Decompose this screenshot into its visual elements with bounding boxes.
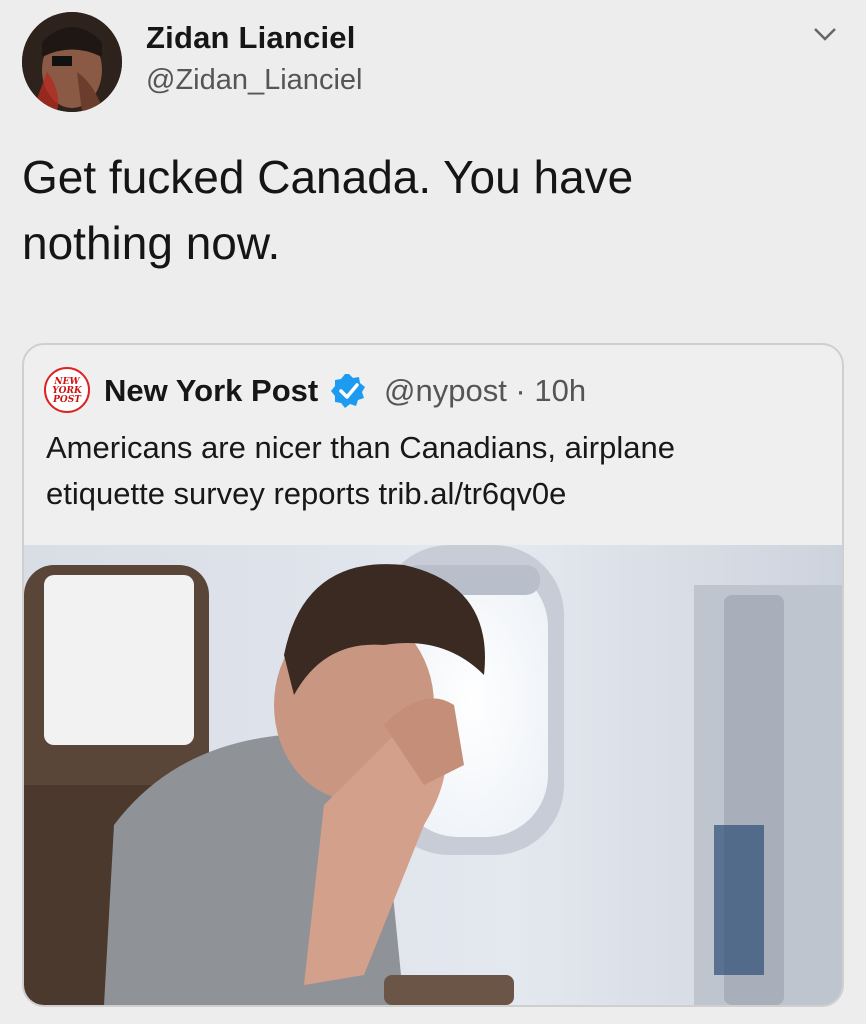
nypost-logo[interactable]: NEW YORK POST <box>44 367 90 413</box>
tweet-text: Get fucked Canada. You have nothing now. <box>22 144 802 276</box>
author-avatar[interactable] <box>22 12 122 112</box>
chevron-down-icon[interactable] <box>810 22 840 46</box>
quoted-author-name[interactable]: New York Post <box>104 373 318 409</box>
quoted-tweet-card[interactable]: NEW YORK POST New York Post @nypost · 10… <box>22 343 844 1007</box>
quoted-text-line: etiquette survey reports trib.al/tr6qv0e <box>46 476 567 511</box>
logo-text: POST <box>53 395 81 405</box>
tweet-text-line: Get fucked Canada. You have <box>22 151 634 203</box>
quoted-text-line: Americans are nicer than Canadians, airp… <box>46 430 675 465</box>
author-handle[interactable]: @Zidan_Lianciel <box>146 64 362 97</box>
verified-badge-icon <box>329 371 369 411</box>
tweet-text-line: nothing now. <box>22 217 281 269</box>
author-name[interactable]: Zidan Lianciel <box>146 20 356 56</box>
quoted-handle-time: @nypost · 10h <box>384 373 587 408</box>
quoted-tweet-text: Americans are nicer than Canadians, airp… <box>46 425 806 517</box>
quoted-tweet-image[interactable] <box>24 545 842 1005</box>
